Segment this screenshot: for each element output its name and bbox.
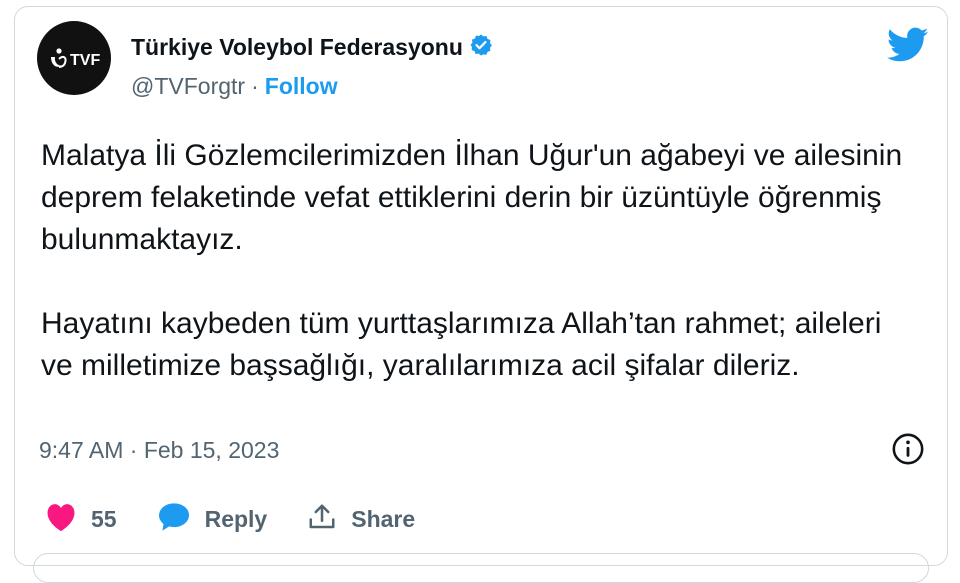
avatar[interactable]: TVF bbox=[37, 21, 111, 95]
share-button[interactable]: Share bbox=[307, 502, 415, 537]
reply-button[interactable]: Reply bbox=[157, 502, 268, 537]
tweet-paragraph-1: Malatya İli Gözlemcilerimizden İlhan Uğu… bbox=[41, 139, 903, 256]
handle-row: @TVForgtr · Follow bbox=[131, 73, 338, 100]
share-upload-icon bbox=[307, 502, 337, 537]
verified-badge-icon bbox=[469, 33, 493, 62]
separator-dot: · bbox=[251, 73, 259, 99]
info-icon[interactable] bbox=[891, 432, 925, 471]
heart-icon bbox=[45, 502, 77, 537]
display-name[interactable]: Türkiye Voleybol Federasyonu bbox=[131, 34, 463, 61]
tvf-logo: TVF bbox=[51, 48, 100, 69]
like-count: 55 bbox=[91, 506, 117, 532]
tweet-text: Malatya İli Gözlemcilerimizden İlhan Uğu… bbox=[41, 135, 921, 387]
tweet-actions: 55 Reply Share bbox=[45, 502, 455, 537]
twitter-bird-icon[interactable] bbox=[886, 27, 929, 68]
reply-label: Reply bbox=[204, 506, 268, 532]
display-name-row: Türkiye Voleybol Federasyonu bbox=[131, 33, 493, 62]
speech-bubble-icon bbox=[157, 502, 191, 537]
follow-button[interactable]: Follow bbox=[265, 73, 338, 100]
share-label: Share bbox=[351, 506, 416, 532]
tweet-card: TVF Türkiye Voleybol Federasyonu @TVForg… bbox=[14, 6, 948, 583]
read-replies-box[interactable] bbox=[33, 553, 929, 583]
avatar-text: TVF bbox=[70, 52, 100, 69]
like-button[interactable]: 55 bbox=[45, 502, 117, 537]
account-handle[interactable]: @TVForgtr bbox=[131, 73, 245, 100]
tweet-timestamp[interactable]: 9:47 AM · Feb 15, 2023 bbox=[39, 437, 279, 464]
tweet-paragraph-2: Hayatını kaybeden tüm yurttaşlarımıza Al… bbox=[41, 307, 882, 382]
